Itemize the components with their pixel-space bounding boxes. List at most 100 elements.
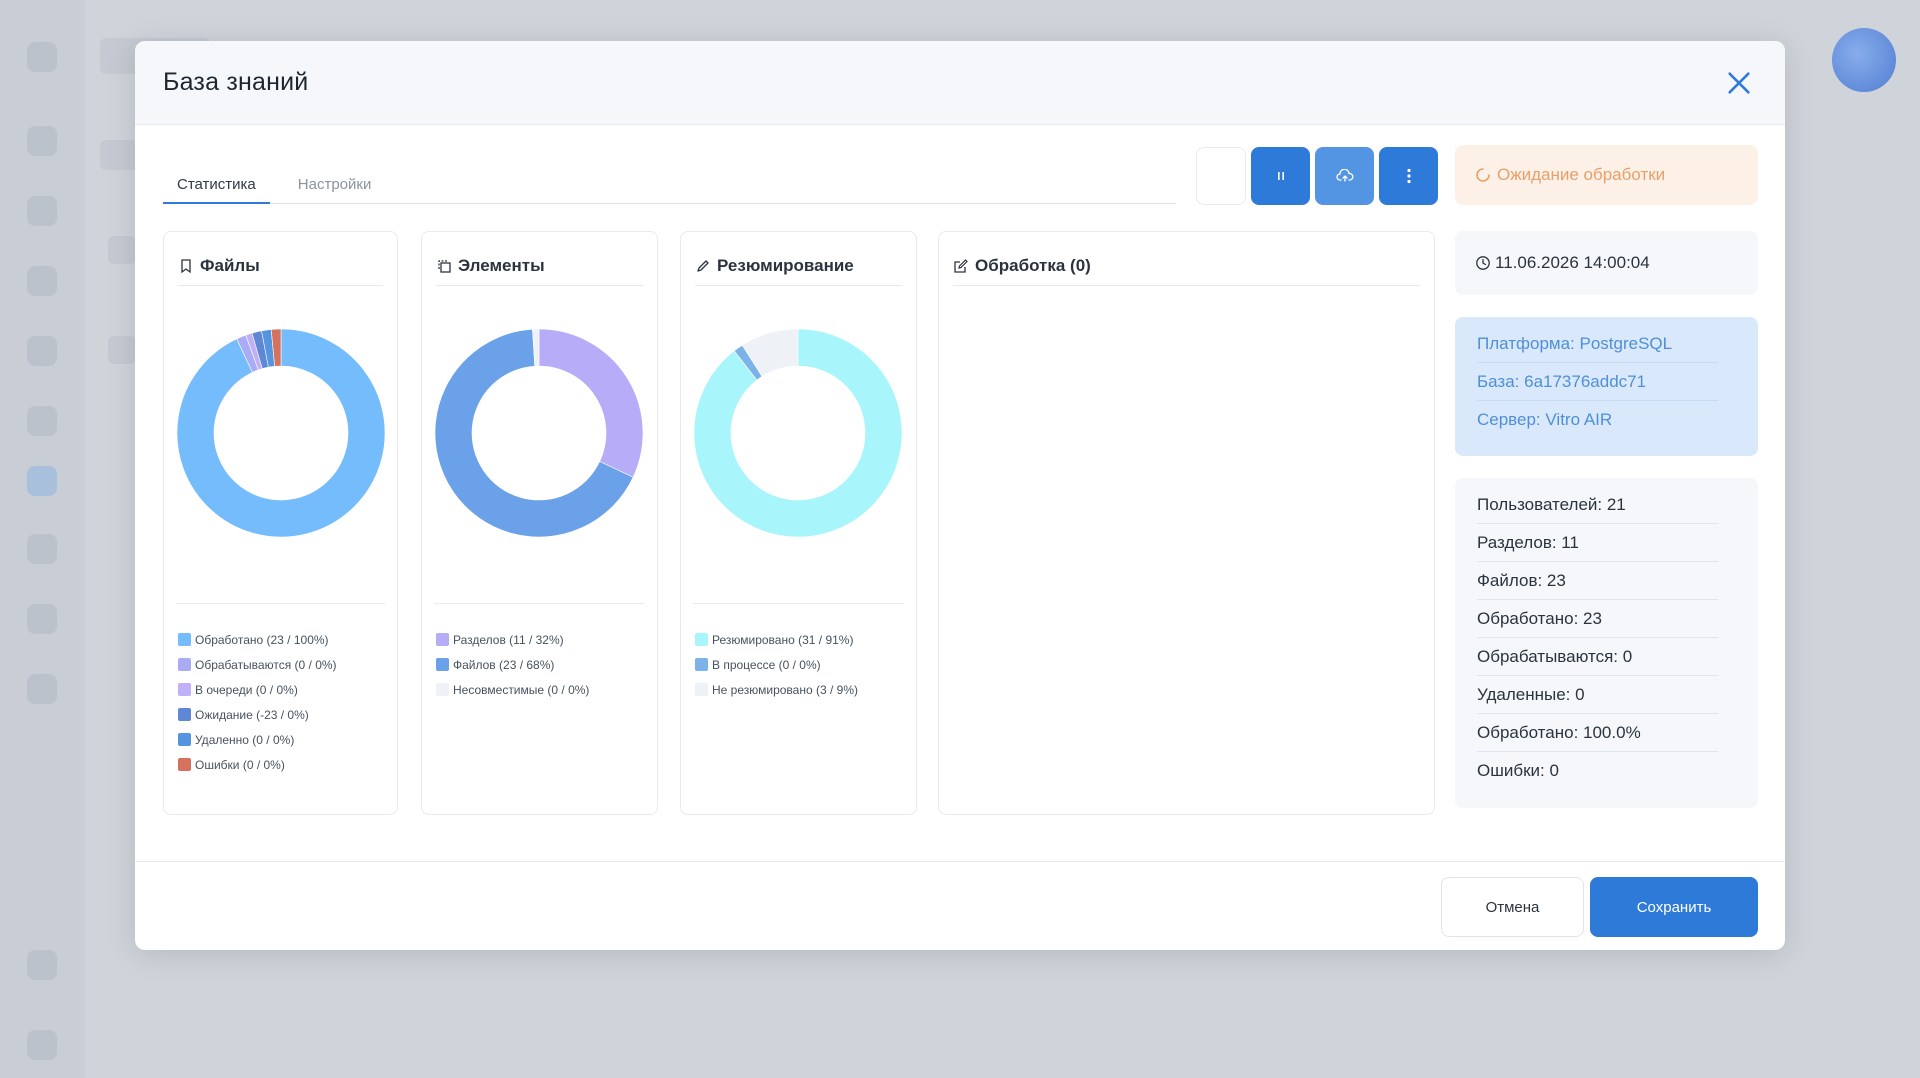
legend-item[interactable]: Резюмировано (31 / 91%): [695, 627, 858, 652]
background-nav-icon: [27, 674, 57, 704]
pencil-icon: [695, 258, 711, 274]
database-info-card: Платформа: PostgreSQL База: 6a17376addc7…: [1455, 317, 1758, 456]
background-block: [108, 336, 136, 364]
legend-swatch: [178, 733, 191, 746]
modal-footer: Отмена Сохранить: [135, 861, 1785, 950]
background-nav-icon: [27, 196, 57, 226]
background-nav-icon: [27, 1030, 57, 1060]
legend-item[interactable]: Файлов (23 / 68%): [436, 652, 589, 677]
background-nav-icon: [27, 42, 57, 72]
legend-label: Обрабатываются (0 / 0%): [195, 657, 337, 672]
card-header: Резюмирование: [695, 246, 902, 286]
tab-bar: Статистика Настройки: [163, 169, 1176, 204]
stat-processing: Обрабатываются: 0: [1477, 638, 1718, 676]
legend-item[interactable]: Ожидание (-23 / 0%): [178, 702, 337, 727]
background-nav-icon: [27, 406, 57, 436]
toolbar: [1196, 147, 1438, 205]
legend-item[interactable]: Ошибки (0 / 0%): [178, 752, 337, 777]
date-card: 11.06.2026 14:00:04: [1455, 231, 1758, 295]
legend-swatch: [695, 683, 708, 696]
processing-card: Обработка (0): [938, 231, 1435, 815]
background-nav-icon: [27, 604, 57, 634]
card-header: Элементы: [436, 246, 643, 286]
legend-item[interactable]: В процессе (0 / 0%): [695, 652, 858, 677]
legend-label: Удаленно (0 / 0%): [195, 732, 295, 747]
stat-users: Пользователей: 21: [1477, 486, 1718, 524]
legend-label: В очереди (0 / 0%): [195, 682, 298, 697]
date-value: 11.06.2026 14:00:04: [1495, 253, 1650, 272]
files-donut-chart: [176, 328, 386, 538]
stat-errors: Ошибки: 0: [1477, 761, 1559, 780]
background-nav-icon: [27, 950, 57, 980]
legend-swatch: [178, 758, 191, 771]
legend-item[interactable]: Несовместимые (0 / 0%): [436, 677, 589, 702]
legend-item[interactable]: Удаленно (0 / 0%): [178, 727, 337, 752]
copy-icon: [436, 258, 452, 274]
modal-title: База знаний: [163, 68, 309, 96]
stat-processed-percent: Обработано: 100.0%: [1477, 714, 1718, 752]
save-button[interactable]: Сохранить: [1590, 877, 1758, 937]
legend-swatch: [178, 708, 191, 721]
legend-item[interactable]: Обрабатываются (0 / 0%): [178, 652, 337, 677]
legend-swatch: [178, 633, 191, 646]
status-label: Ожидание обработки: [1497, 165, 1666, 184]
legend-swatch: [695, 658, 708, 671]
legend-label: Файлов (23 / 68%): [453, 657, 555, 672]
cancel-button[interactable]: Отмена: [1441, 877, 1584, 937]
elements-legend: Разделов (11 / 32%) Файлов (23 / 68%) Несо…: [436, 627, 589, 702]
legend-swatch: [436, 633, 449, 646]
stat-files: Файлов: 23: [1477, 562, 1718, 600]
legend-label: Ошибки (0 / 0%): [195, 757, 285, 772]
legend-label: Ожидание (-23 / 0%): [195, 707, 309, 722]
legend-item[interactable]: Обработано (23 / 100%): [178, 627, 337, 652]
background-block: [108, 236, 136, 264]
legend-label: Разделов (11 / 32%): [453, 632, 564, 647]
background-nav-icon: [27, 336, 57, 366]
card-title: Резюмирование: [717, 255, 854, 275]
summary-legend: Резюмировано (31 / 91%) В процессе (0 / 0…: [695, 627, 858, 702]
background-avatar: [1832, 28, 1896, 92]
cloud-icon: [1335, 169, 1353, 182]
donut-slice[interactable]: [538, 328, 644, 478]
background-nav-icon: [27, 466, 57, 496]
pause-button[interactable]: [1251, 147, 1310, 205]
legend-swatch: [436, 683, 449, 696]
legend-item[interactable]: Не резюмировано (3 / 9%): [695, 677, 858, 702]
cloud-upload-button[interactable]: [1315, 147, 1374, 205]
legend-label: Несовместимые (0 / 0%): [453, 682, 590, 697]
status-badge: Ожидание обработки: [1455, 145, 1758, 205]
background-nav-icon: [27, 534, 57, 564]
legend-item[interactable]: Разделов (11 / 32%): [436, 627, 589, 652]
more-button[interactable]: [1379, 147, 1438, 205]
stats-card: Пользователей: 21 Разделов: 11 Файлов: 2…: [1455, 478, 1758, 808]
modal-header: База знаний: [135, 41, 1785, 125]
tab-statistics[interactable]: Статистика: [163, 169, 270, 204]
elements-card: Элементы Разделов (11 / 32%) Файлов (23 /…: [421, 231, 658, 815]
blank-button[interactable]: [1196, 147, 1246, 205]
legend-item[interactable]: В очереди (0 / 0%): [178, 677, 337, 702]
close-icon: [1728, 72, 1750, 94]
legend-swatch: [695, 633, 708, 646]
legend-divider: [693, 603, 904, 604]
background-sidebar: [0, 0, 85, 1078]
legend-label: Резюмировано (31 / 91%): [712, 632, 854, 647]
pause-icon: [1277, 172, 1284, 180]
bookmark-icon: [178, 258, 194, 274]
summary-donut-chart: [693, 328, 903, 538]
stat-processed: Обработано: 23: [1477, 600, 1718, 638]
legend-label: Не резюмировано (3 / 9%): [712, 682, 858, 697]
background-nav-icon: [27, 126, 57, 156]
legend-divider: [434, 603, 645, 604]
legend-label: Обработано (23 / 100%): [195, 632, 329, 647]
legend-swatch: [436, 658, 449, 671]
tab-settings[interactable]: Настройки: [284, 169, 386, 204]
card-header: Файлы: [178, 246, 383, 286]
files-legend: Обработано (23 / 100%) Обрабатываются (0 …: [178, 627, 337, 777]
elements-donut-chart: [434, 328, 644, 538]
legend-swatch: [178, 683, 191, 696]
close-button[interactable]: [1721, 65, 1757, 101]
stat-sections: Разделов: 11: [1477, 524, 1718, 562]
summary-card: Резюмирование Резюмировано (31 / 91%) В п…: [680, 231, 917, 815]
card-title: Элементы: [458, 255, 545, 275]
more-vertical-icon: [1406, 168, 1411, 184]
